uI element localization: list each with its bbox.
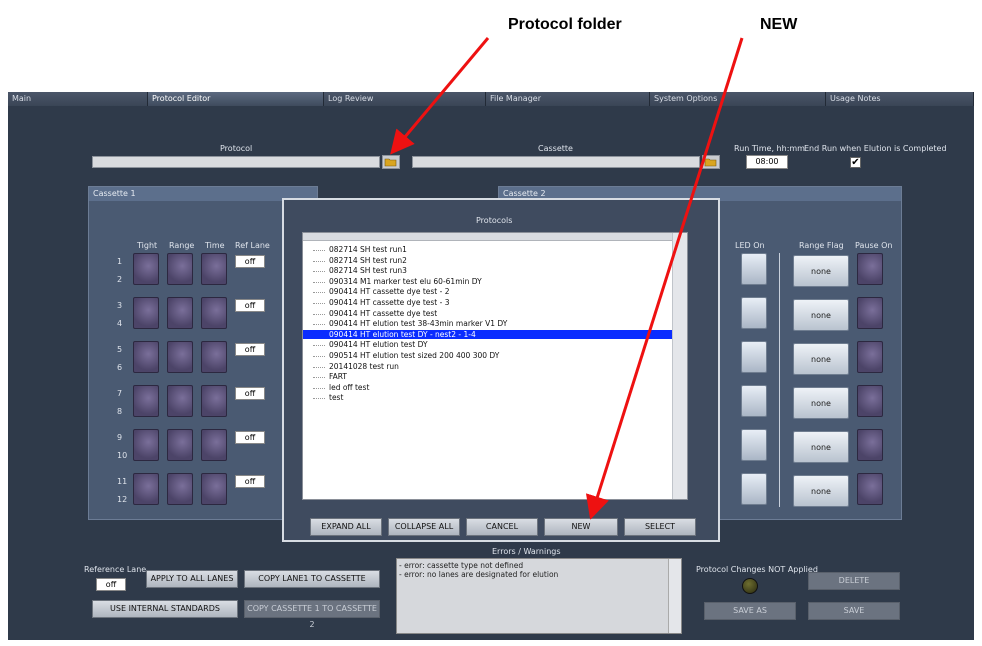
new-arrow xyxy=(585,37,744,520)
protocol-folder-arrow xyxy=(390,37,490,155)
arrow-overlay xyxy=(390,37,744,520)
